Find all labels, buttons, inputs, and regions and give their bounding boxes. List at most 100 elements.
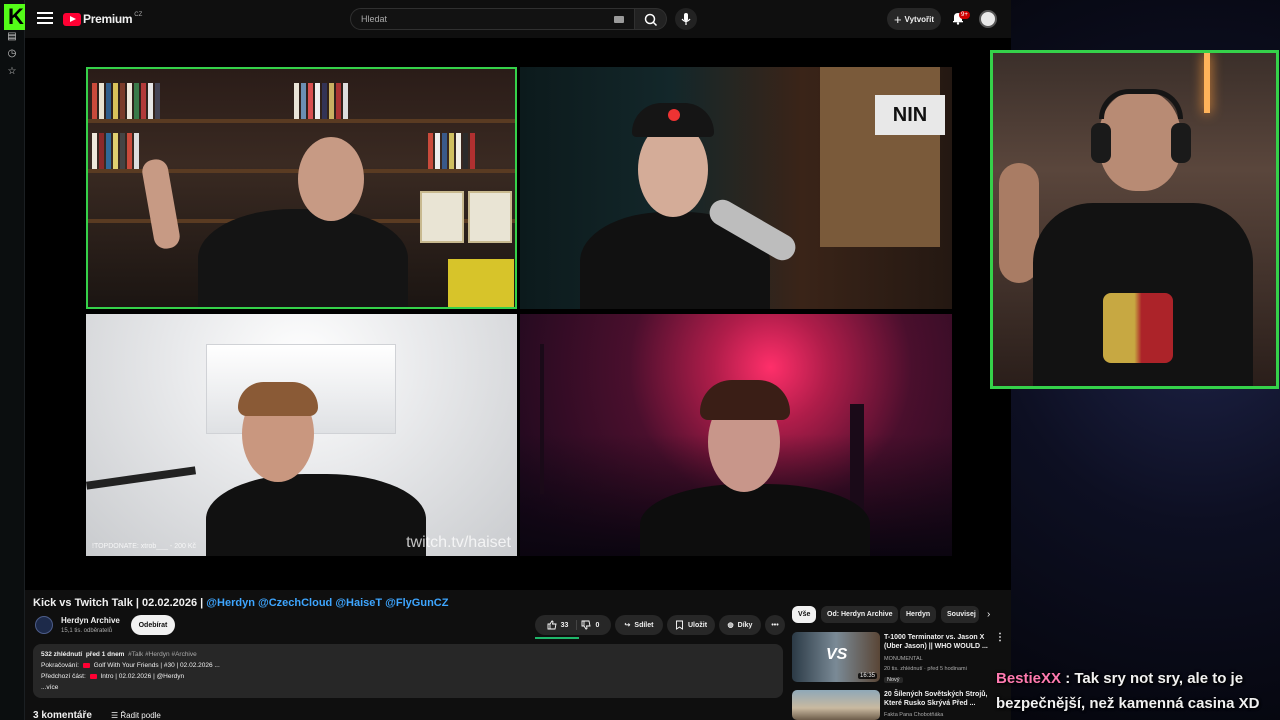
video-title-mentions[interactable]: @Herdyn @CzechCloud @HaiseT @FlyGunCZ <box>206 597 448 609</box>
account-avatar[interactable] <box>979 10 997 28</box>
dislike-button[interactable]: 0 <box>581 620 599 630</box>
like-dislike-group: 33 0 <box>535 615 611 635</box>
headphone-left <box>1091 123 1111 163</box>
notification-count-badge: 9+ <box>959 11 970 19</box>
recommendation-title[interactable]: 20 Šílených Sovětských Strojů, Které Rus… <box>884 690 988 708</box>
channel-name[interactable]: Herdyn Archive <box>61 616 120 625</box>
description-stats-line: 532 zhlédnutí před 1 dnem #Talk #Herdyn … <box>41 649 775 660</box>
chip-related[interactable]: Souvisej <box>941 606 979 623</box>
hashtags[interactable]: #Talk #Herdyn #Archive <box>128 651 197 658</box>
framed-print <box>420 191 464 243</box>
create-button[interactable]: + Vytvořit <box>887 8 941 30</box>
library-icon[interactable]: ▤ <box>6 31 18 43</box>
thanks-icon: ◍ <box>727 622 734 629</box>
headphone-right <box>1171 123 1191 163</box>
continue-link[interactable]: Golf With Your Friends | #30 | 02.02.202… <box>94 662 220 669</box>
youtube-page: Premium CZ Hledat + Vytvořit 9+ NIN !TOP… <box>25 0 1011 720</box>
video-player[interactable]: NIN !TOPDONATE: xtrob___ - 200 Kč twitch… <box>25 38 1011 590</box>
more-actions-button[interactable]: ••• <box>765 615 785 635</box>
book-row <box>92 133 139 169</box>
menu-icon[interactable] <box>37 12 53 24</box>
share-button[interactable]: ↪ Sdílet <box>615 615 663 635</box>
youtube-logo[interactable]: Premium CZ <box>63 10 142 28</box>
book-row <box>428 133 475 169</box>
recommendation-channel[interactable]: MONUMENTAL <box>884 655 923 663</box>
headphone-band <box>1099 89 1183 119</box>
guest-hair <box>238 382 318 416</box>
plus-icon: + <box>893 11 902 27</box>
like-count: 33 <box>560 621 569 629</box>
sort-label: Řadit podle <box>120 711 161 720</box>
continue-label: Pokračování: <box>41 662 79 669</box>
sort-comments-button[interactable]: ☰ Řadit podle <box>111 711 161 720</box>
video-duration: 16:35 <box>857 673 877 679</box>
sort-icon: ☰ <box>111 711 119 720</box>
microphone-icon <box>681 13 691 25</box>
youtube-header: Premium CZ Hledat + Vytvořit 9+ <box>25 0 1011 38</box>
description-continue-line: Pokračování: Golf With Your Friends | #3… <box>41 660 775 671</box>
mic-arm <box>86 466 197 490</box>
description-prev-line: Předchozí část: Intro | 02.02.2026 | @He… <box>41 671 775 682</box>
recommendation-thumbnail[interactable]: VS 16:35 <box>792 632 880 682</box>
chat-message: BestieXX : Tak sry not sry, ale to je be… <box>996 666 1276 716</box>
youtube-link-icon <box>89 673 97 679</box>
guest-body <box>206 474 426 556</box>
recommendation-title[interactable]: T-1000 Terminator vs. Jason X (Uber Jaso… <box>884 633 988 651</box>
share-label: Sdílet <box>634 621 654 629</box>
like-ratio-bar <box>535 637 579 639</box>
chip-from-channel[interactable]: Od: Herdyn Archive <box>821 606 899 623</box>
search-button[interactable] <box>635 8 667 30</box>
prev-label: Předchozí část: <box>41 673 86 680</box>
star-icon[interactable]: ☆ <box>6 66 18 78</box>
recommendation-channel[interactable]: Fakta Pana Chobotňáka <box>884 711 943 719</box>
recommendation-thumbnail[interactable] <box>792 690 880 720</box>
thumbs-up-icon <box>547 620 557 630</box>
thanks-button[interactable]: ◍ Díky <box>719 615 761 635</box>
prev-link[interactable]: Intro | 02.02.2026 | @Herdyn <box>100 673 184 680</box>
lamp <box>1204 53 1210 113</box>
channel-avatar[interactable] <box>35 616 53 634</box>
youtube-country-code: CZ <box>134 12 143 18</box>
search-icon <box>644 13 658 27</box>
cap-logo <box>668 109 680 121</box>
create-label: Vytvořit <box>904 14 935 24</box>
share-icon: ↪ <box>624 622 631 629</box>
history-icon[interactable]: ◷ <box>6 48 18 60</box>
description-more[interactable]: ...více <box>41 682 775 693</box>
guest-body <box>198 209 408 307</box>
more-horizontal-icon: ••• <box>771 621 779 629</box>
video-tile-red-moon <box>520 314 952 556</box>
search-placeholder: Hledat <box>361 14 388 24</box>
voice-search-button[interactable] <box>675 8 697 30</box>
chip-all[interactable]: Vše <box>792 606 817 623</box>
video-title-text: Kick vs Twitch Talk | 02.02.2026 | <box>33 597 204 609</box>
channel-subscribers: 15,1 tis. odběratelů <box>61 628 113 634</box>
search-input[interactable]: Hledat <box>350 8 635 30</box>
streamer-webcam <box>990 50 1279 389</box>
shelf <box>88 119 515 123</box>
description-box[interactable]: 532 zhlédnutí před 1 dnem #Talk #Herdyn … <box>33 644 783 698</box>
chat-username: BestieXX <box>996 670 1062 687</box>
save-button[interactable]: Uložit <box>667 615 715 635</box>
new-badge: Nový <box>884 677 903 683</box>
chip-herdyn[interactable]: Herdyn <box>900 606 937 623</box>
keyboard-icon[interactable] <box>614 16 624 23</box>
save-label: Uložit <box>687 621 708 629</box>
book-row <box>294 83 348 119</box>
subscribe-button[interactable]: Odebírat <box>131 615 175 635</box>
youtube-link-icon <box>82 662 90 668</box>
nin-poster: NIN <box>875 95 945 135</box>
like-button[interactable]: 33 <box>547 620 578 630</box>
video-tile-white-room: !TOPDONATE: xtrob___ - 200 Kč twitch.tv/… <box>86 314 517 556</box>
thumbnail-vs-text: VS <box>826 646 848 663</box>
bookmark-icon <box>676 620 683 630</box>
recommendation-menu-icon[interactable]: ⋮ <box>995 632 1005 643</box>
guest-body <box>640 484 870 556</box>
framed-print <box>468 191 512 243</box>
dislike-count: 0 <box>595 621 600 629</box>
donate-overlay: !TOPDONATE: xtrob___ - 200 Kč <box>92 543 197 550</box>
thanks-label: Díky <box>737 621 753 629</box>
recommendation-meta: 20 tis. zhlédnutí · před 5 hodinami <box>884 666 967 672</box>
chevron-right-icon[interactable]: › <box>987 609 990 620</box>
guest-head <box>298 137 364 221</box>
